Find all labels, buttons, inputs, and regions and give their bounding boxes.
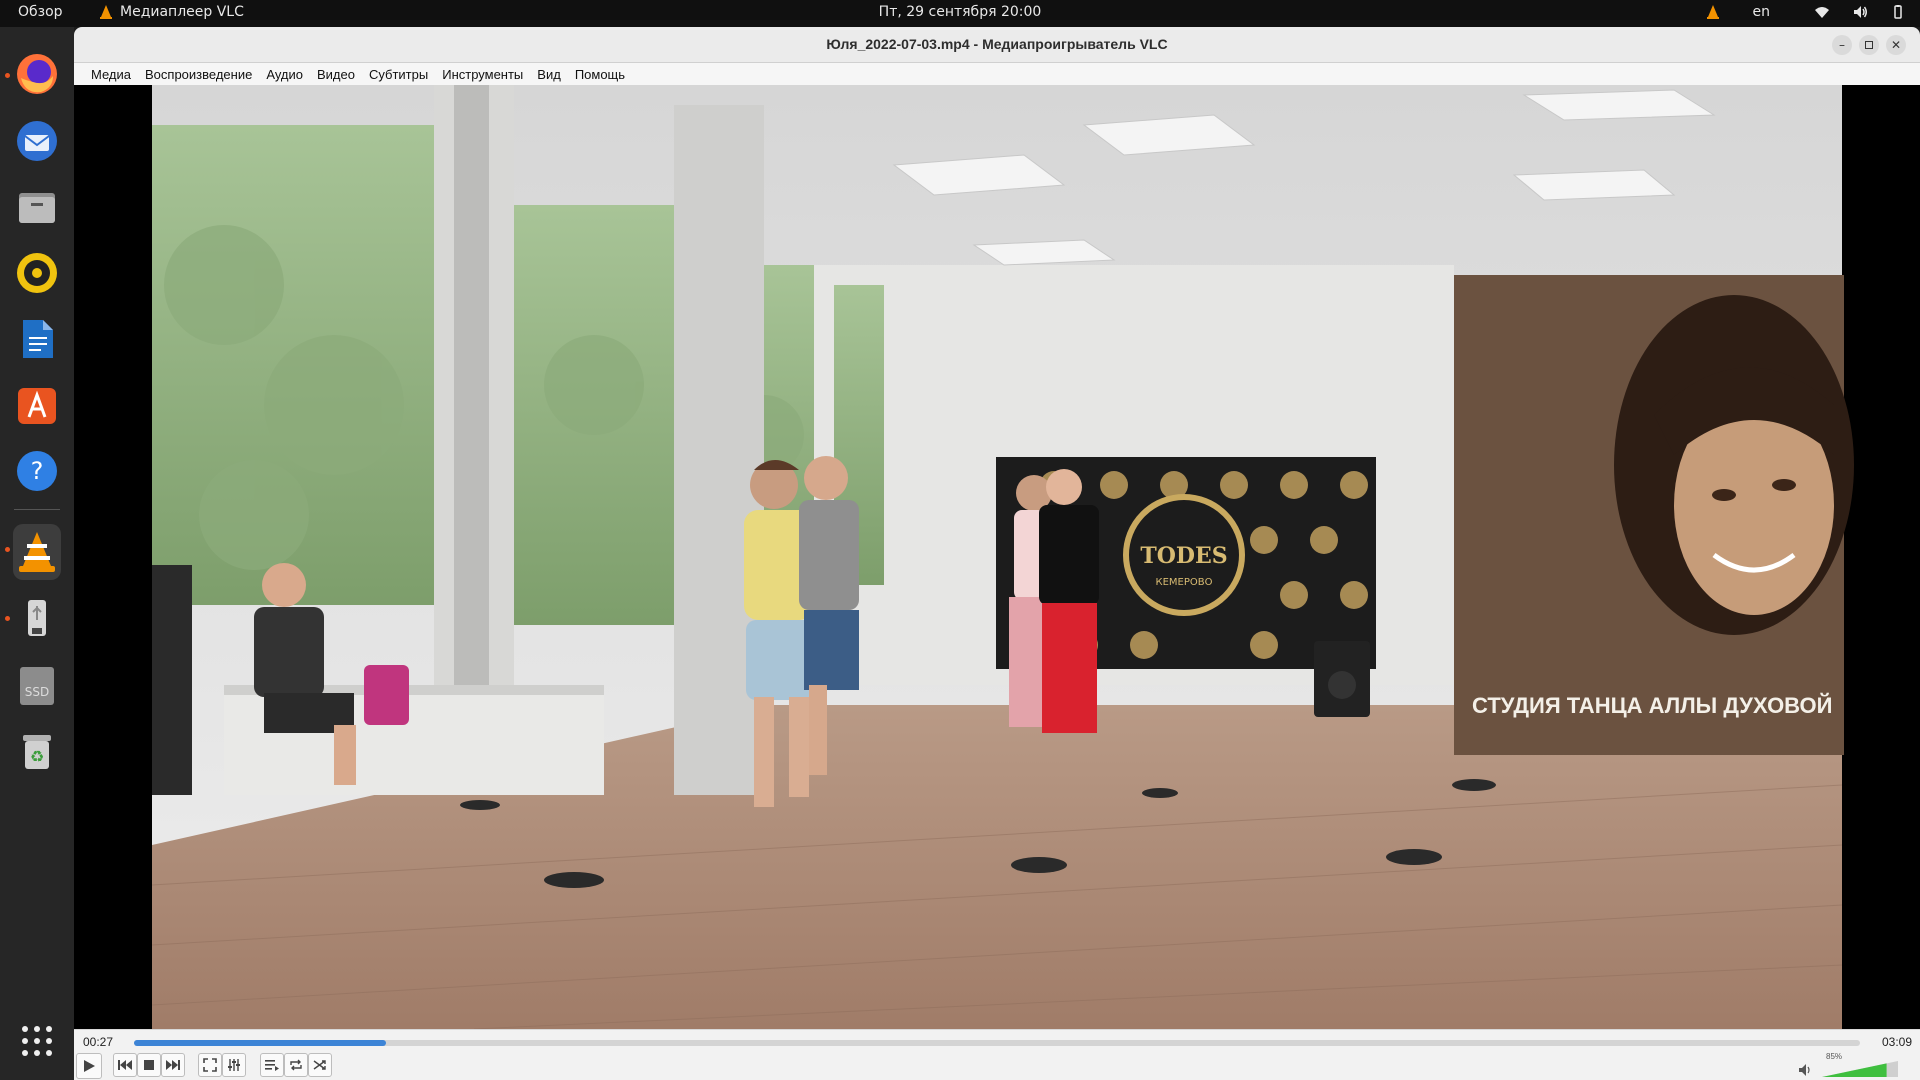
banner-text: СТУДИЯ ТАНЦА АЛЛЫ ДУХОВОЙ: [1472, 693, 1832, 718]
fullscreen-button[interactable]: [198, 1053, 222, 1077]
menu-audio[interactable]: Аудио: [259, 67, 310, 82]
running-indicator: [5, 547, 10, 552]
menu-view[interactable]: Вид: [530, 67, 568, 82]
app-center-icon: [18, 388, 56, 424]
running-indicator: [5, 73, 10, 78]
close-button[interactable]: ✕: [1886, 35, 1906, 55]
top-bar: Обзор Медиаплеер VLC Пт, 29 сентября 20:…: [0, 0, 1920, 27]
power-icon[interactable]: [1890, 4, 1906, 20]
play-icon: [84, 1060, 95, 1072]
show-apps-icon: [22, 1026, 52, 1056]
play-button[interactable]: [76, 1053, 102, 1079]
skip-forward-icon: [166, 1060, 180, 1070]
menu-playback[interactable]: Воспроизведение: [138, 67, 259, 82]
keyboard-layout[interactable]: en: [1753, 4, 1771, 20]
video-area[interactable]: TODES КЕМЕРОВО СТУДИЯ ТАНЦА АЛЛЫ ДУХОВОЙ: [74, 85, 1920, 1029]
total-time: 03:09: [1881, 1035, 1912, 1049]
current-time: 00:27: [83, 1035, 114, 1049]
menu-help[interactable]: Помощь: [568, 67, 632, 82]
video-frame: TODES КЕМЕРОВО СТУДИЯ ТАНЦА АЛЛЫ ДУХОВОЙ: [74, 85, 1920, 1029]
loop-icon: [290, 1059, 302, 1071]
dock-thunderbird[interactable]: [13, 117, 61, 165]
usb-drive-icon: [28, 600, 46, 636]
shuffle-button[interactable]: [308, 1053, 332, 1077]
menu-subtitles[interactable]: Субтитры: [362, 67, 435, 82]
svg-text:♻: ♻: [30, 747, 44, 766]
minimize-button[interactable]: –: [1832, 35, 1852, 55]
logo-subtext: КЕМЕРОВО: [1156, 577, 1213, 588]
firefox-icon: [17, 54, 57, 94]
dock-app-center[interactable]: [13, 381, 61, 429]
menu-bar: Медиа Воспроизведение Аудио Видео Субтит…: [74, 63, 1920, 85]
dock-usb-drive[interactable]: [13, 594, 61, 642]
logo-text: TODES: [1140, 543, 1227, 569]
help-icon: ?: [17, 451, 57, 491]
dock-writer[interactable]: [13, 315, 61, 363]
dock-help[interactable]: ?: [13, 447, 61, 495]
controls-bar: 00:27 03:09 85%: [74, 1029, 1920, 1080]
title-bar[interactable]: Юля_2022-07-03.mp4 - Медиапроигрыватель …: [74, 27, 1920, 63]
volume-icon[interactable]: [1852, 4, 1868, 20]
close-icon: ✕: [1890, 38, 1902, 52]
dock-show-apps[interactable]: [13, 1017, 61, 1065]
speaker-icon[interactable]: [1798, 1063, 1814, 1077]
dock-ssd-drive[interactable]: SSD: [13, 661, 61, 709]
previous-button[interactable]: [113, 1053, 137, 1077]
stop-button[interactable]: [137, 1053, 161, 1077]
playlist-button[interactable]: [260, 1053, 284, 1077]
volume-slider[interactable]: [1822, 1060, 1898, 1078]
dock-firefox[interactable]: [13, 50, 61, 98]
extended-settings-button[interactable]: [222, 1053, 246, 1077]
rhythmbox-icon: [17, 253, 57, 293]
maximize-icon: [1865, 41, 1873, 49]
menu-media[interactable]: Медиа: [84, 67, 138, 82]
playlist-icon: [265, 1060, 279, 1071]
seek-bar[interactable]: [134, 1040, 1860, 1046]
menu-video[interactable]: Видео: [310, 67, 362, 82]
stop-icon: [144, 1060, 154, 1070]
next-button[interactable]: [161, 1053, 185, 1077]
seek-progress: [134, 1040, 386, 1046]
minimize-icon: –: [1839, 38, 1845, 52]
files-icon: [19, 193, 55, 223]
thunderbird-icon: [17, 121, 57, 161]
writer-icon: [23, 320, 53, 358]
wifi-icon[interactable]: [1814, 4, 1830, 20]
dock-trash[interactable]: ♻: [13, 727, 61, 775]
maximize-button[interactable]: [1859, 35, 1879, 55]
dock: ? SSD ♻: [0, 27, 74, 1080]
window-title: Юля_2022-07-03.mp4 - Медиапроигрыватель …: [826, 36, 1168, 52]
menu-tools[interactable]: Инструменты: [435, 67, 530, 82]
svg-text:?: ?: [31, 457, 44, 485]
equalizer-icon: [228, 1059, 240, 1071]
shuffle-icon: [313, 1060, 326, 1070]
vlc-window: Юля_2022-07-03.mp4 - Медиапроигрыватель …: [74, 27, 1920, 1080]
fullscreen-icon: [203, 1058, 217, 1072]
dock-rhythmbox[interactable]: [13, 249, 61, 297]
running-indicator: [5, 616, 10, 621]
vlc-tray-icon[interactable]: [1705, 4, 1721, 20]
loop-button[interactable]: [284, 1053, 308, 1077]
ssd-drive-icon: SSD: [20, 667, 54, 705]
dock-files[interactable]: [13, 183, 61, 231]
trash-icon: ♻: [23, 735, 51, 769]
vlc-icon: [19, 532, 55, 572]
skip-back-icon: [118, 1060, 132, 1070]
dock-vlc[interactable]: [13, 524, 61, 580]
svg-text:SSD: SSD: [25, 685, 49, 699]
clock[interactable]: Пт, 29 сентября 20:00: [0, 4, 1920, 20]
